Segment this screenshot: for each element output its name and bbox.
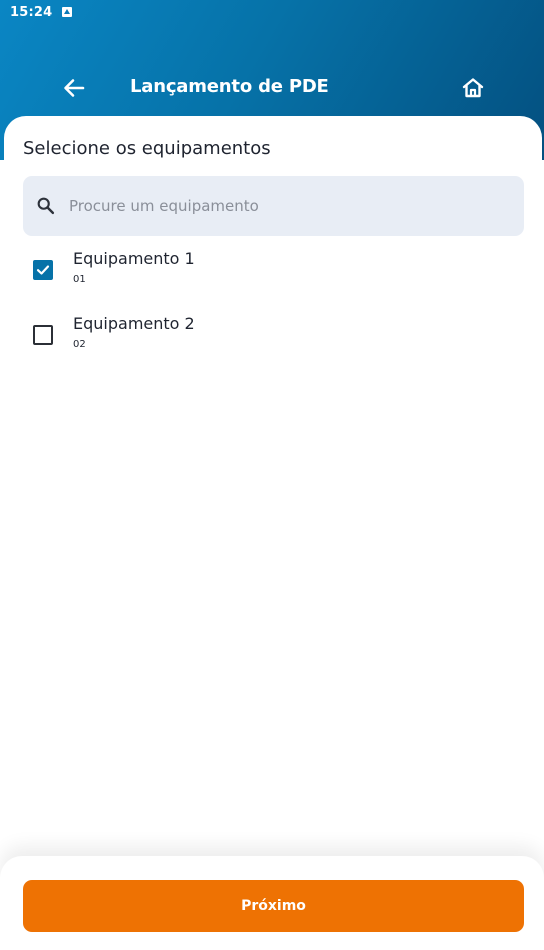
check-icon — [36, 265, 50, 275]
list-item-equipamento-2[interactable]: Equipamento 2 02 — [23, 314, 524, 370]
equipment-code: 01 — [73, 274, 86, 285]
search-input[interactable] — [67, 196, 471, 216]
equipment-name: Equipamento 2 — [73, 314, 195, 333]
content-sheet: Selecione os equipamentos Equipamento 1 … — [4, 116, 542, 950]
arrow-left-icon — [64, 79, 85, 97]
app-bar: Lançamento de PDE — [0, 62, 544, 114]
status-bar: 15:24 — [0, 0, 544, 24]
list-item-equipamento-1[interactable]: Equipamento 1 01 — [23, 249, 524, 305]
search-box[interactable] — [23, 176, 524, 236]
checkbox-equipamento-1[interactable] — [33, 260, 53, 280]
search-icon — [37, 197, 55, 215]
equipment-name: Equipamento 1 — [73, 249, 195, 268]
equipment-code: 02 — [73, 339, 86, 350]
checkbox-equipamento-2[interactable] — [33, 325, 53, 345]
home-button[interactable] — [452, 67, 494, 109]
home-icon — [462, 78, 484, 98]
status-time: 15:24 — [10, 4, 53, 20]
back-button[interactable] — [54, 68, 94, 108]
next-button[interactable]: Próximo — [23, 880, 524, 932]
page-title: Lançamento de PDE — [130, 76, 329, 97]
photo-notification-icon — [62, 7, 73, 17]
section-title: Selecione os equipamentos — [23, 138, 271, 159]
footer-panel: Próximo — [0, 856, 544, 950]
